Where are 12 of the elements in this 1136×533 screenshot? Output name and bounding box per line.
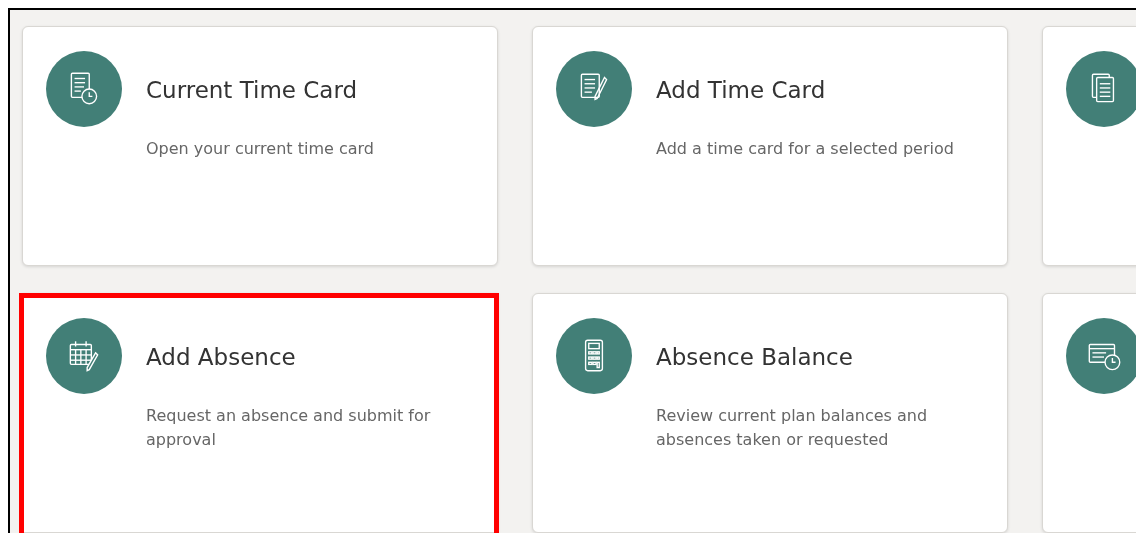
card-title: Add Absence (146, 344, 297, 372)
card-title: Current Time Card (146, 77, 359, 105)
card-title: Absence Balance (656, 344, 854, 372)
card-description: Open your current time card (146, 137, 374, 160)
tile-card[interactable]: Absence Balance Review current plan balances and absences taken or requested (532, 293, 1008, 533)
card-description: Add a time card for a selected period (656, 137, 954, 160)
card-description: Request an absence and submit for approval (146, 404, 432, 451)
card-title: Add Time Card (656, 77, 827, 105)
tile-card[interactable]: Add Absence Request an absence and submit for approval (22, 293, 498, 533)
tile-card[interactable]: Add Time Card Add a time card for a selected period (532, 26, 1008, 266)
tile-card[interactable]: Current Time Card Open your current time card (22, 26, 498, 266)
card-description: Review current plan balances and absences taken or requested (656, 404, 929, 451)
